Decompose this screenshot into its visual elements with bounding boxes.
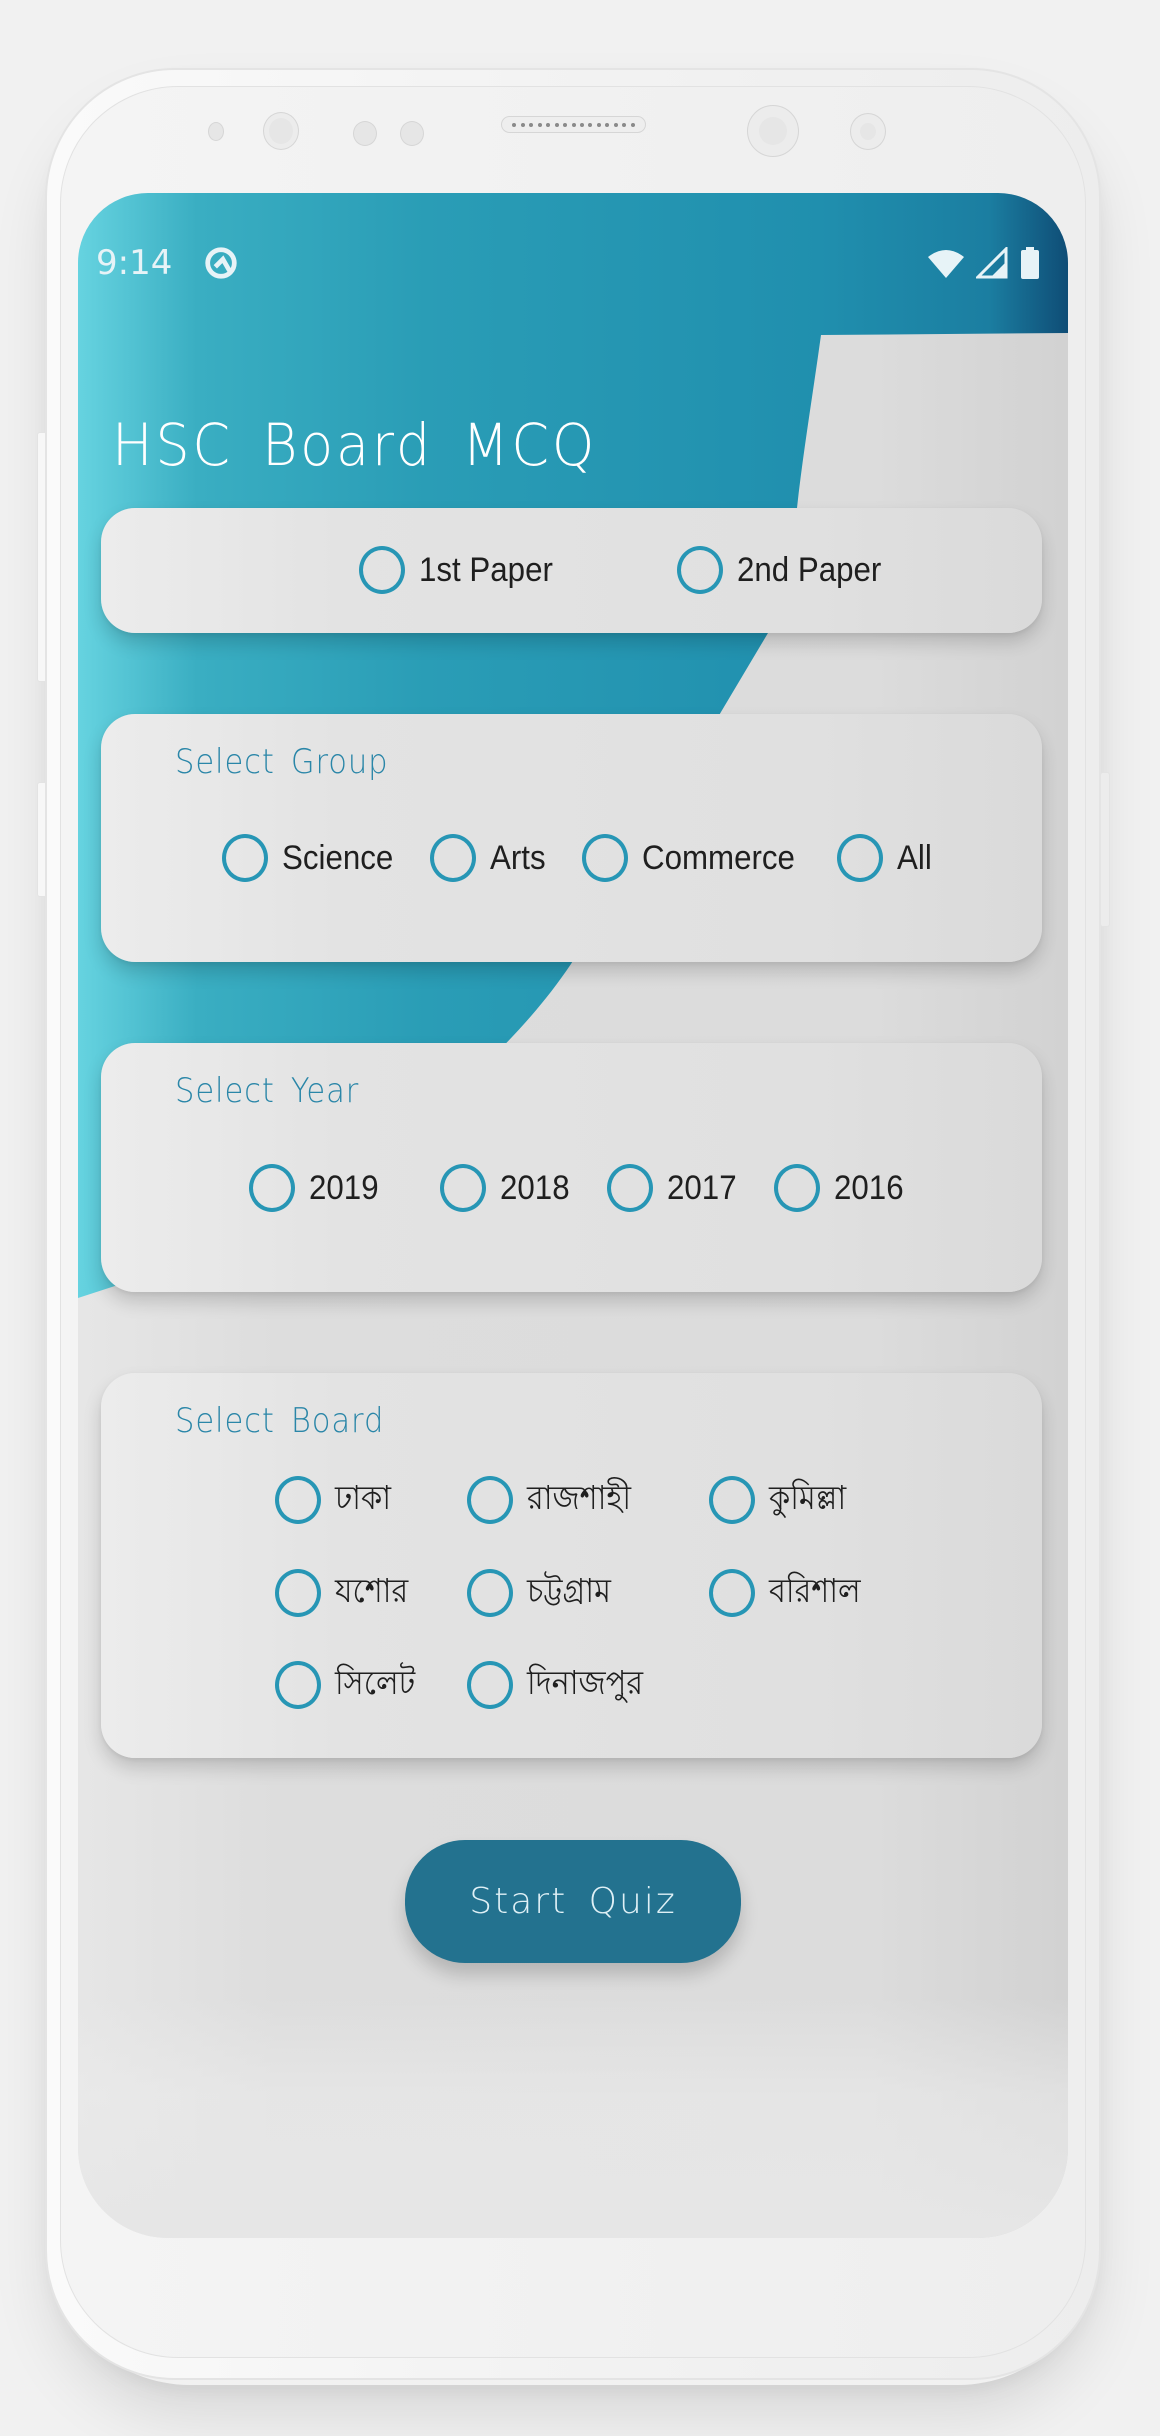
battery-icon	[1021, 247, 1039, 279]
board-label: Select Board	[175, 1401, 385, 1441]
sensor-dot-icon	[400, 121, 424, 146]
iris-camera-icon	[850, 113, 886, 150]
radio-board-comilla[interactable]: কুমিল্লা	[709, 1475, 853, 1525]
paper-card: 1st Paper 2nd Paper	[101, 508, 1042, 633]
radio-button-icon[interactable]	[467, 1569, 513, 1617]
radio-button-icon[interactable]	[222, 834, 268, 882]
radio-button-icon[interactable]	[275, 1569, 321, 1617]
radio-label: 2nd Paper	[737, 550, 882, 589]
radio-2018[interactable]: 2018	[440, 1163, 576, 1213]
radio-button-icon[interactable]	[440, 1164, 486, 1212]
light-sensor-icon	[263, 112, 299, 150]
status-bar: 9:14	[78, 193, 1068, 333]
earpiece-speaker-icon	[501, 116, 646, 133]
proximity-sensor-icon	[208, 122, 224, 141]
radio-2019[interactable]: 2019	[249, 1163, 385, 1213]
radio-all[interactable]: All	[837, 833, 935, 883]
radio-label: 2019	[309, 1168, 379, 1207]
radio-2016[interactable]: 2016	[774, 1163, 910, 1213]
radio-label: All	[897, 838, 932, 877]
android-q-icon	[205, 247, 238, 279]
radio-button-icon[interactable]	[677, 546, 723, 594]
year-label: Select Year	[175, 1071, 360, 1111]
radio-button-icon[interactable]	[467, 1661, 513, 1709]
radio-label: Arts	[490, 838, 546, 877]
radio-button-icon[interactable]	[430, 834, 476, 882]
radio-label: দিনাজপুর	[527, 1663, 644, 1702]
radio-commerce[interactable]: Commerce	[582, 833, 808, 883]
year-card: Select Year 2019 2018 2017 2016	[101, 1043, 1042, 1292]
radio-label: 2018	[500, 1168, 570, 1207]
radio-button-icon[interactable]	[359, 546, 405, 594]
app-screen: 9:14 HSC Board MCQ 1st Paper 2nd Paper S…	[78, 193, 1068, 2238]
radio-board-rajshahi[interactable]: রাজশাহী	[467, 1475, 640, 1525]
status-time: 9:14	[96, 243, 173, 283]
radio-button-icon[interactable]	[837, 834, 883, 882]
start-quiz-button[interactable]: Start Quiz	[405, 1840, 741, 1963]
radio-button-icon[interactable]	[582, 834, 628, 882]
radio-label: Commerce	[642, 838, 795, 877]
radio-button-icon[interactable]	[709, 1569, 755, 1617]
radio-button-icon[interactable]	[275, 1476, 321, 1524]
radio-label: কুমিল্লা	[769, 1478, 847, 1517]
radio-label: 2016	[834, 1168, 904, 1207]
radio-label: বরিশাল	[769, 1571, 861, 1610]
radio-board-sylhet[interactable]: সিলেট	[275, 1660, 422, 1710]
radio-label: রাজশাহী	[527, 1478, 632, 1517]
board-card: Select Board ঢাকা রাজশাহী কুমিল্লা যশোর …	[101, 1373, 1042, 1758]
radio-board-chittagong[interactable]: চট্টগ্রাম	[467, 1568, 618, 1618]
front-camera-icon	[747, 105, 799, 157]
radio-button-icon[interactable]	[607, 1164, 653, 1212]
radio-label: Science	[282, 838, 394, 877]
radio-2nd-paper[interactable]: 2nd Paper	[677, 545, 894, 595]
cellular-signal-icon	[976, 247, 1008, 279]
radio-arts[interactable]: Arts	[430, 833, 550, 883]
wifi-icon	[928, 250, 964, 278]
group-card: Select Group Science Arts Commerce All	[101, 714, 1042, 962]
group-label: Select Group	[175, 742, 389, 782]
radio-label: যশোর	[335, 1571, 409, 1610]
radio-button-icon[interactable]	[774, 1164, 820, 1212]
radio-2017[interactable]: 2017	[607, 1163, 743, 1213]
radio-label: সিলেট	[335, 1663, 416, 1702]
radio-board-jessore[interactable]: যশোর	[275, 1568, 415, 1618]
radio-label: 2017	[667, 1168, 737, 1207]
radio-1st-paper[interactable]: 1st Paper	[359, 545, 565, 595]
radio-board-barisal[interactable]: বরিশাল	[709, 1568, 869, 1618]
radio-science[interactable]: Science	[222, 833, 403, 883]
radio-board-dinajpur[interactable]: দিনাজপুর	[467, 1660, 653, 1710]
radio-button-icon[interactable]	[709, 1476, 755, 1524]
radio-label: চট্টগ্রাম	[527, 1571, 611, 1610]
radio-button-icon[interactable]	[467, 1476, 513, 1524]
app-title: HSC Board MCQ	[112, 411, 598, 479]
radio-label: ঢাকা	[335, 1478, 392, 1517]
radio-button-icon[interactable]	[249, 1164, 295, 1212]
screen-bottom-edge	[78, 1998, 1068, 2238]
sensor-dot-icon	[353, 121, 377, 146]
radio-board-dhaka[interactable]: ঢাকা	[275, 1475, 396, 1525]
radio-label: 1st Paper	[419, 550, 553, 589]
power-button	[1100, 772, 1110, 927]
radio-button-icon[interactable]	[275, 1661, 321, 1709]
